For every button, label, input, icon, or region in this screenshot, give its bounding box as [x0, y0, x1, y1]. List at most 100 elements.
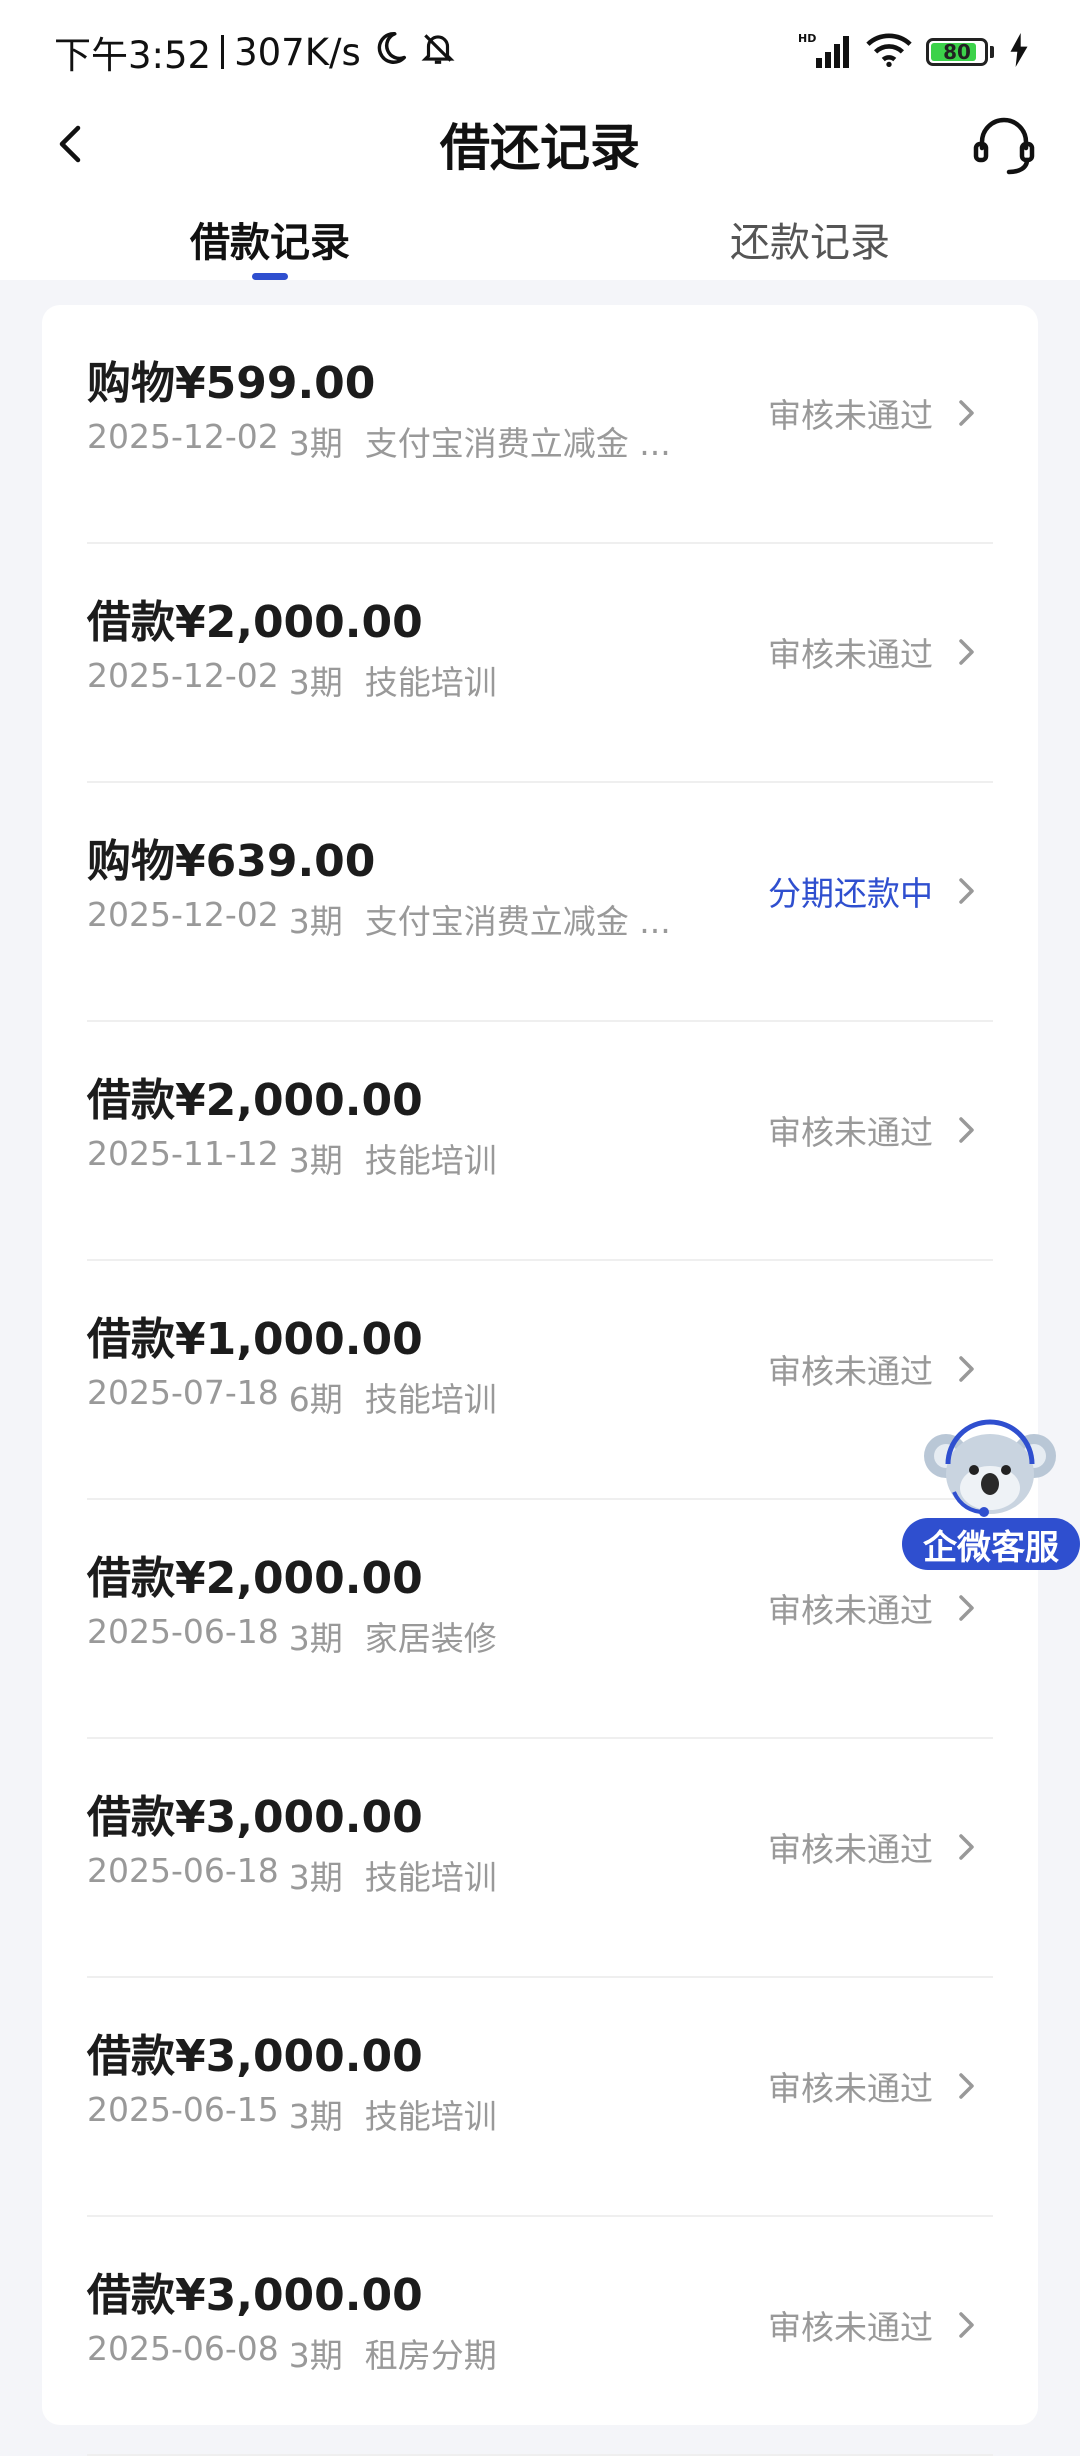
record-meta: 2025-07-18 6期 技能培训: [87, 1373, 497, 1421]
record-row[interactable]: 借款¥2,000.00 2025-12-02 3期 技能培训 审核未通过: [87, 544, 993, 783]
record-meta: 2025-11-12 3期 技能培训: [87, 1134, 497, 1182]
record-meta: 2025-06-15 3期 技能培训: [87, 2090, 497, 2138]
wifi-icon: [866, 32, 912, 72]
record-date: 2025-06-15: [87, 2090, 279, 2129]
status-divider: [221, 35, 225, 69]
record-purpose: 租房分期: [364, 2336, 497, 2375]
hd-signal-icon: HD: [798, 30, 852, 74]
header-area: 下午3:52 307K/s HD 80 借还记录 借款记录 还款记录: [0, 0, 1080, 280]
status-right: HD 80: [798, 26, 1030, 78]
svg-text:HD: HD: [798, 32, 816, 45]
record-date: 2025-11-12: [87, 1134, 279, 1173]
record-date: 2025-12-02: [87, 895, 279, 934]
record-date: 2025-12-02: [87, 417, 279, 456]
customer-service-button[interactable]: [968, 108, 1040, 180]
record-date: 2025-07-18: [87, 1373, 279, 1412]
chevron-right-icon: [959, 400, 974, 426]
chevron-right-icon: [959, 2073, 974, 2099]
tab-active-indicator: [252, 273, 288, 280]
record-purpose: 技能培训: [364, 2097, 497, 2136]
record-amount: 借款¥3,000.00: [87, 2270, 423, 2321]
record-status: 审核未通过: [768, 635, 933, 674]
record-status: 审核未通过: [768, 396, 933, 435]
record-amount: 购物¥599.00: [87, 358, 376, 409]
status-bar: 下午3:52 307K/s HD 80: [0, 0, 1080, 100]
record-row[interactable]: 购物¥599.00 2025-12-02 3期 支付宝消费立减金 ... 审核未通过: [87, 305, 993, 544]
record-date: 2025-06-08: [87, 2329, 279, 2368]
record-status: 分期还款中: [768, 874, 933, 913]
record-status: 审核未通过: [768, 1113, 933, 1152]
record-term: 3期: [288, 2097, 343, 2136]
record-amount: 借款¥2,000.00: [87, 1075, 423, 1126]
record-meta: 2025-06-18 3期 技能培训: [87, 1851, 497, 1899]
record-amount: 购物¥639.00: [87, 836, 376, 887]
record-amount: 借款¥1,000.00: [87, 1314, 423, 1365]
status-left: 下午3:52 307K/s: [54, 26, 457, 78]
record-date: 2025-06-18: [87, 1851, 279, 1890]
page-title: 借还记录: [440, 119, 640, 177]
record-status: 审核未通过: [768, 2308, 933, 2347]
record-meta: 2025-12-02 3期 支付宝消费立减金 ...: [87, 895, 671, 943]
record-purpose: 家居装修: [364, 1619, 497, 1658]
record-status: 审核未通过: [768, 1591, 933, 1630]
headset-icon: [973, 117, 1035, 175]
record-row[interactable]: 借款¥3,000.00 2025-06-18 3期 技能培训 审核未通过: [87, 1739, 993, 1978]
record-term: 3期: [288, 902, 343, 941]
record-row[interactable]: 借款¥3,000.00 2025-06-15 3期 技能培训 审核未通过: [87, 1978, 993, 2217]
record-row[interactable]: 借款¥2,000.00 2025-06-18 3期 家居装修 审核未通过: [87, 1500, 993, 1739]
chevron-right-icon: [959, 639, 974, 665]
mute-bell-icon: [419, 29, 457, 76]
record-row[interactable]: 借款¥3,000.00 2025-06-08 3期 租房分期 审核未通过: [87, 2217, 993, 2456]
koala-mascot-icon: [924, 1419, 1056, 1517]
record-purpose: 技能培训: [364, 1141, 497, 1180]
record-date: 2025-06-18: [87, 1612, 279, 1651]
record-purpose: 技能培训: [364, 663, 497, 702]
record-term: 3期: [288, 1141, 343, 1180]
nav-bar: 借还记录: [0, 100, 1080, 188]
tab-borrow-records[interactable]: 借款记录: [120, 210, 420, 268]
record-row[interactable]: 购物¥639.00 2025-12-02 3期 支付宝消费立减金 ... 分期还款中: [87, 783, 993, 1022]
moon-icon: [371, 29, 409, 76]
battery-level: 80: [943, 40, 971, 64]
record-amount: 借款¥2,000.00: [87, 1553, 423, 1604]
network-speed: 307K/s: [234, 30, 361, 74]
chevron-right-icon: [959, 1595, 974, 1621]
record-row[interactable]: 借款¥2,000.00 2025-11-12 3期 技能培训 审核未通过: [87, 1022, 993, 1261]
record-purpose: 技能培训: [364, 1380, 497, 1419]
record-meta: 2025-12-02 3期 支付宝消费立减金 ...: [87, 417, 671, 465]
record-row[interactable]: 借款¥1,000.00 2025-07-18 6期 技能培训 审核未通过: [87, 1261, 993, 1500]
record-meta: 2025-06-08 3期 租房分期: [87, 2329, 497, 2377]
record-purpose: 支付宝消费立减金 ...: [364, 902, 671, 941]
record-term: 3期: [288, 424, 343, 463]
record-term: 3期: [288, 1619, 343, 1658]
record-status: 审核未通过: [768, 2069, 933, 2108]
record-meta: 2025-12-02 3期 技能培训: [87, 656, 497, 704]
chevron-right-icon: [959, 2312, 974, 2338]
record-amount: 借款¥2,000.00: [87, 597, 423, 648]
record-meta: 2025-06-18 3期 家居装修: [87, 1612, 497, 1660]
battery-cap: [990, 46, 994, 58]
record-amount: 借款¥3,000.00: [87, 2031, 423, 2082]
record-status: 审核未通过: [768, 1830, 933, 1869]
charging-icon: [1008, 33, 1030, 71]
battery-icon: 80: [926, 38, 988, 66]
record-purpose: 技能培训: [364, 1858, 497, 1897]
record-amount: 借款¥3,000.00: [87, 1792, 423, 1843]
chevron-right-icon: [959, 1356, 974, 1382]
chevron-right-icon: [959, 1834, 974, 1860]
record-status: 审核未通过: [768, 1352, 933, 1391]
record-term: 3期: [288, 663, 343, 702]
chevron-right-icon: [959, 878, 974, 904]
tab-bar: 借款记录 还款记录: [0, 200, 1080, 280]
status-time: 下午3:52: [54, 34, 212, 77]
tab-repay-records[interactable]: 还款记录: [660, 210, 960, 268]
record-term: 6期: [288, 1380, 343, 1419]
chevron-right-icon: [959, 1117, 974, 1143]
floating-service-button[interactable]: 企微客服: [900, 1418, 1080, 1570]
record-term: 3期: [288, 2336, 343, 2375]
record-date: 2025-12-02: [87, 656, 279, 695]
record-purpose: 支付宝消费立减金 ...: [364, 424, 671, 463]
record-list: 购物¥599.00 2025-12-02 3期 支付宝消费立减金 ... 审核未通过 借款…: [42, 305, 1038, 2456]
floating-service-label: 企微客服: [902, 1518, 1080, 1570]
record-term: 3期: [288, 1858, 343, 1897]
